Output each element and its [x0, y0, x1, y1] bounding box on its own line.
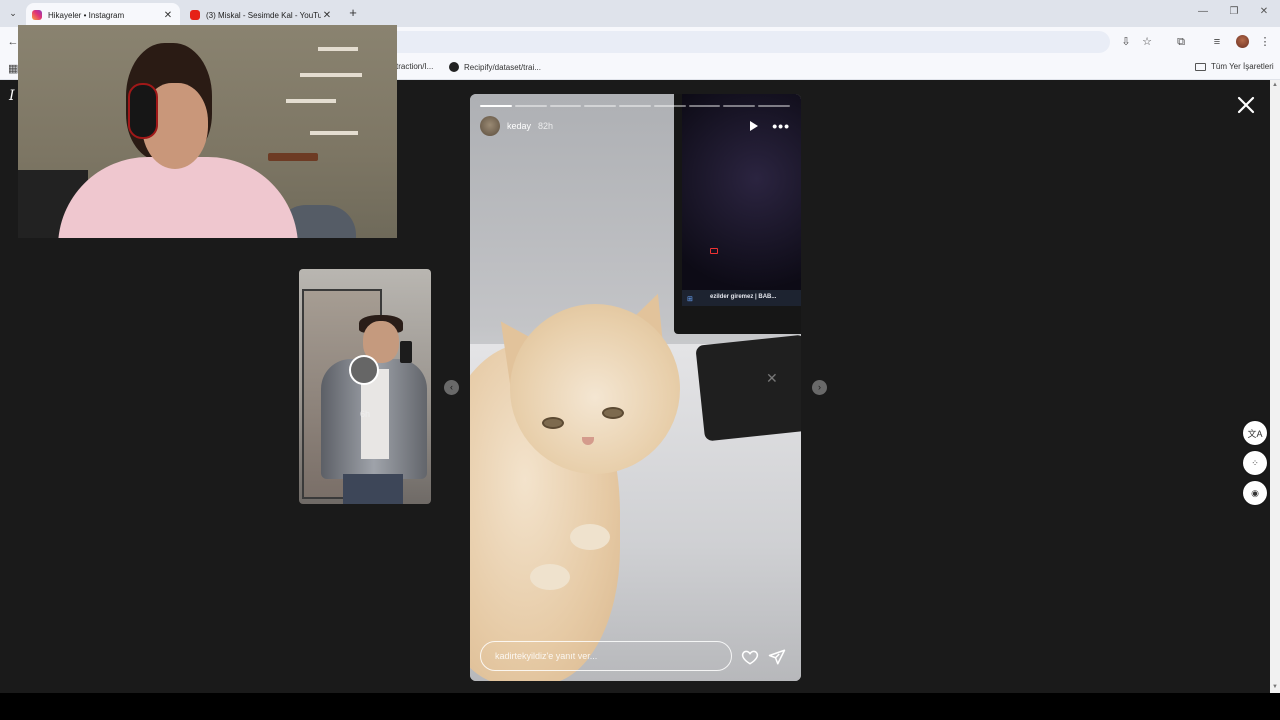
story-progress-bar [480, 105, 791, 107]
media-controls-icon[interactable]: ≡ [1210, 35, 1224, 49]
user-avatar[interactable] [480, 116, 500, 136]
all-bookmarks-button[interactable]: Tüm Yer İşaretleri [1195, 62, 1274, 71]
bookmark-label: traction/I... [396, 62, 434, 71]
bookmark-item[interactable]: Recipify/dataset/trai... [449, 62, 541, 72]
story-card[interactable]: ⊞ ezilder giremez | BAB... ✕ keday 82h •… [470, 94, 801, 681]
instagram-logo[interactable]: I [9, 88, 15, 104]
story-time: 82h [538, 121, 554, 131]
tab-title: (3) Miskal - Sesimde Kal - YouTube [206, 10, 321, 20]
apps-grid-icon[interactable]: ▦ [8, 62, 18, 75]
bookmark-star-icon[interactable]: ☆ [1140, 35, 1154, 49]
story-username[interactable]: keday [507, 121, 531, 131]
reply-input[interactable] [480, 641, 732, 671]
story-header: keday 82h ••• [480, 116, 790, 136]
minimize-button[interactable]: — [1196, 6, 1210, 17]
window-close-button[interactable]: ✕ [1257, 6, 1271, 17]
previous-story-preview[interactable]: 6h [299, 269, 431, 504]
github-icon [449, 62, 459, 72]
scroll-down-arrow[interactable]: ▼ [1272, 684, 1278, 690]
assistant-icon[interactable]: ◉ [1243, 481, 1267, 505]
progress-segment [688, 105, 721, 107]
all-bookmarks-label: Tüm Yer İşaretleri [1211, 62, 1274, 71]
tab-instagram[interactable]: Hikayeler • Instagram ✕ [26, 3, 180, 27]
tab-title: Hikayeler • Instagram [48, 10, 125, 20]
wallet [695, 334, 801, 442]
webcam-overlay [18, 25, 397, 238]
tab-search-button[interactable]: ⌄ [5, 5, 21, 21]
progress-segment [514, 105, 547, 107]
story-avatar [349, 355, 379, 385]
browser-menu-icon[interactable]: ⋮ [1258, 35, 1272, 49]
progress-segment [619, 105, 651, 107]
streamer [58, 157, 298, 238]
close-icon[interactable] [1235, 94, 1257, 116]
previous-story-time: 6h [359, 409, 370, 419]
youtube-icon [190, 10, 200, 20]
more-options-icon[interactable]: ••• [772, 119, 790, 133]
tab-youtube[interactable]: (3) Miskal - Sesimde Kal - YouTube ✕ [184, 3, 339, 27]
apps-extension-icon[interactable]: ⁘ [1243, 451, 1267, 475]
translate-icon[interactable]: 文A [1243, 421, 1267, 445]
scrollbar[interactable] [1270, 80, 1280, 693]
close-icon[interactable]: ✕ [162, 10, 174, 21]
profile-avatar[interactable] [1236, 35, 1249, 48]
close-icon[interactable]: ✕ [321, 10, 333, 21]
headset [128, 83, 158, 139]
taskbar-strip [0, 693, 1280, 720]
play-icon[interactable] [750, 121, 759, 131]
instagram-icon [32, 10, 42, 20]
progress-segment [480, 105, 512, 107]
progress-segment [584, 105, 617, 107]
progress-segment [723, 105, 756, 107]
bookmark-label: Recipify/dataset/trai... [464, 62, 541, 72]
send-icon[interactable] [768, 648, 786, 666]
tab-bar: ⌄ Hikayeler • Instagram ✕ (3) Miskal - S… [0, 0, 1280, 27]
restore-button[interactable]: ❐ [1227, 6, 1241, 17]
folder-icon [1195, 62, 1206, 71]
install-app-icon[interactable]: ⇩ [1119, 35, 1133, 49]
extensions-icon[interactable]: ⧉ [1174, 35, 1188, 49]
heart-icon[interactable] [741, 648, 759, 666]
scroll-up-arrow[interactable]: ▲ [1272, 82, 1278, 88]
progress-segment [549, 105, 582, 107]
progress-segment [653, 105, 686, 107]
bookmark-item[interactable]: traction/I... [396, 62, 433, 71]
next-story-button[interactable]: › [812, 380, 827, 395]
new-tab-button[interactable]: + [345, 5, 361, 20]
previous-story-button[interactable]: ‹ [444, 380, 459, 395]
screen-taskbar-text: ezilder giremez | BAB... [710, 294, 777, 300]
progress-segment [758, 105, 791, 107]
windows-icon: ⊞ [687, 296, 693, 303]
